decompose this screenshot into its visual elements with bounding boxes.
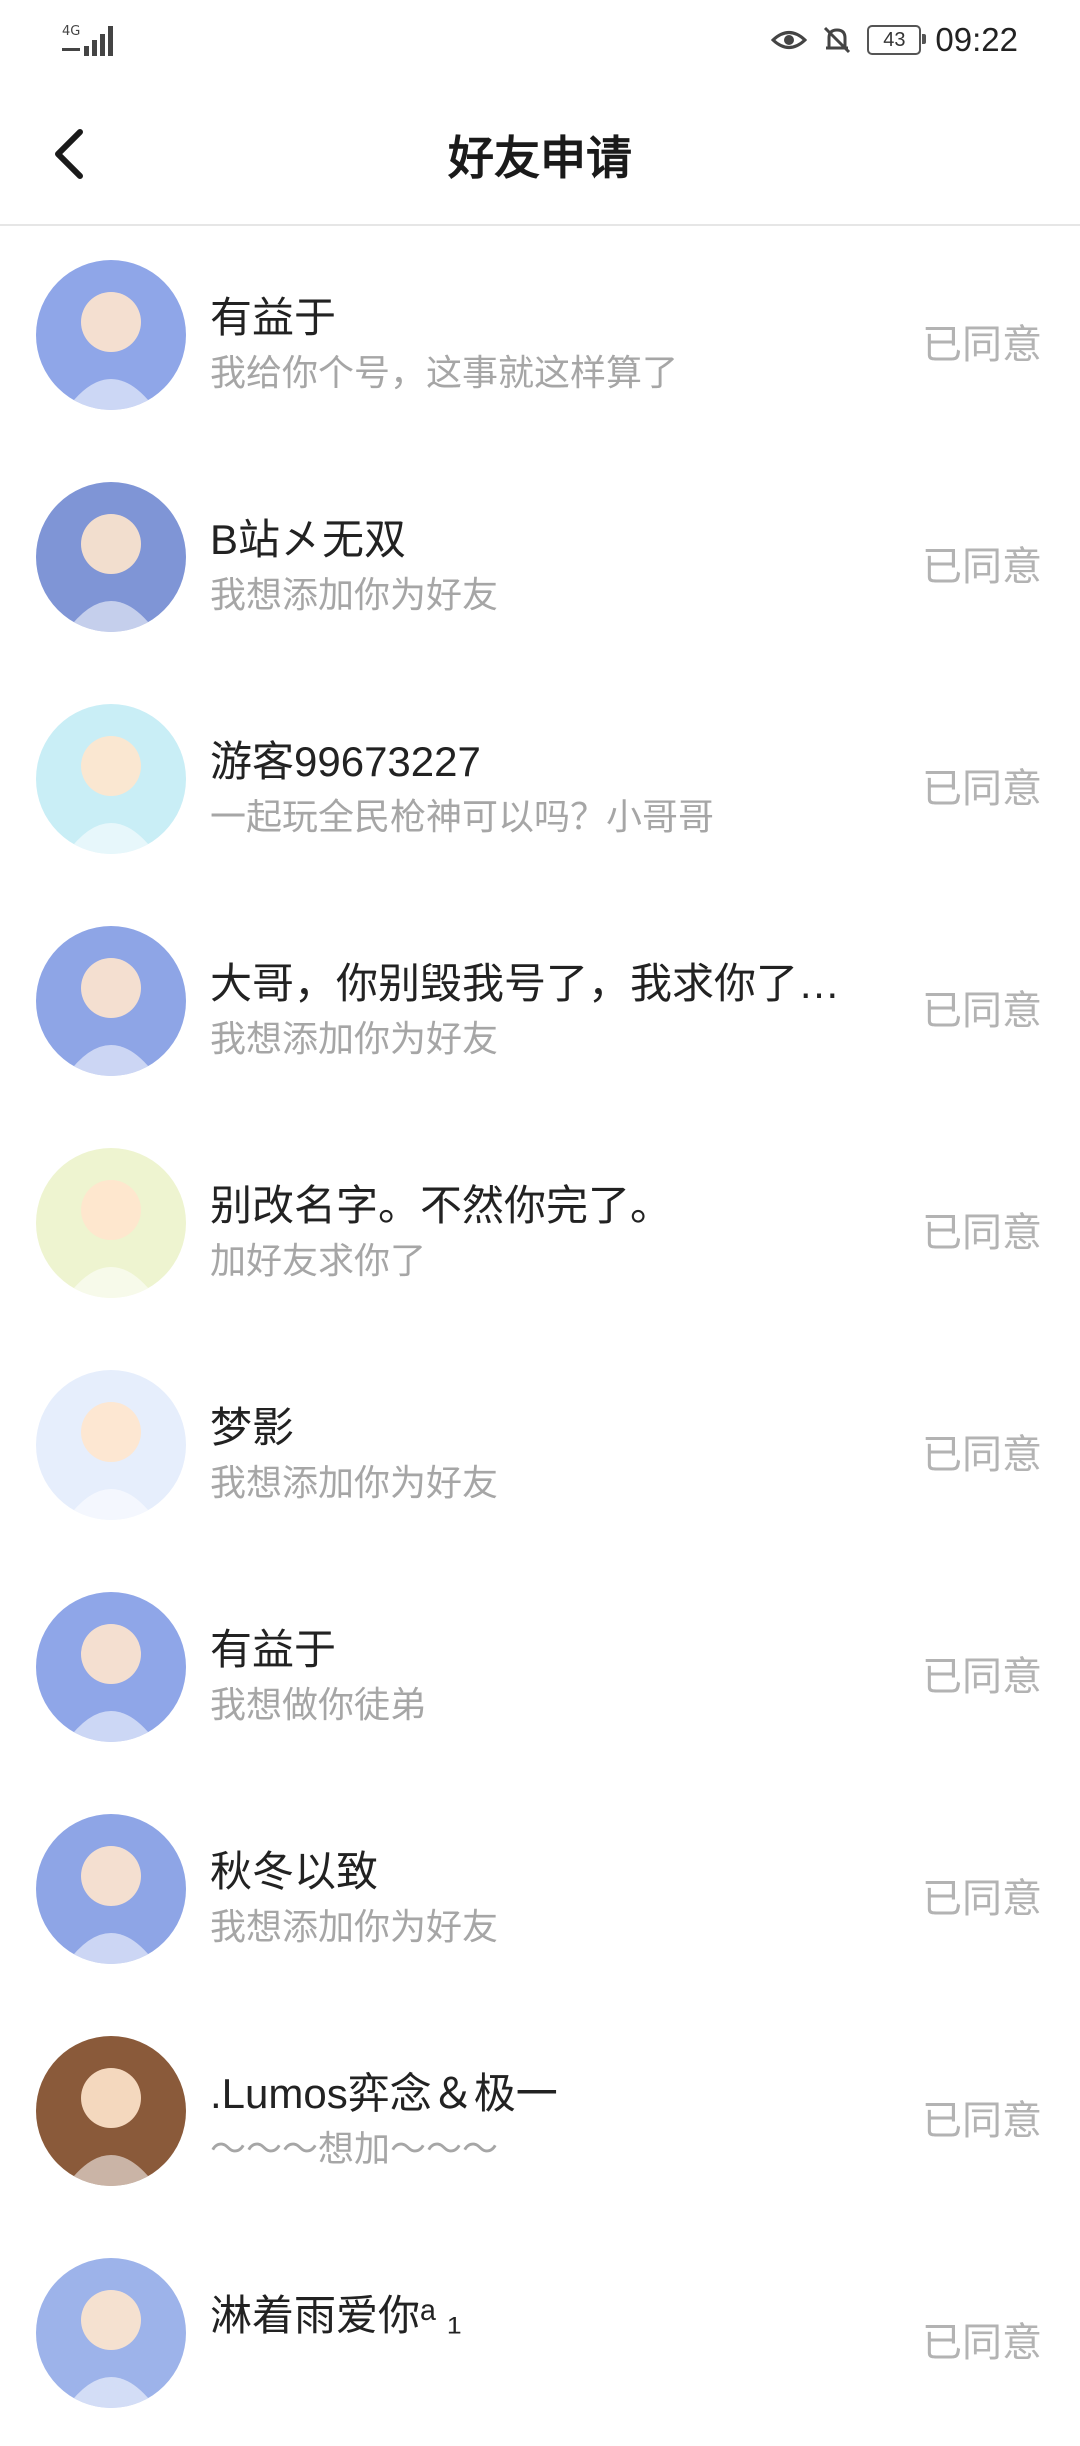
request-name: 有益于 <box>210 294 337 341</box>
avatar[interactable] <box>36 1814 186 1964</box>
signal-icon: 4G <box>62 24 113 56</box>
friend-request-item[interactable]: 别改名字。不然你完了。加好友求你了 已同意 <box>0 1114 1080 1336</box>
request-name: 秋冬以致 <box>210 1848 379 1895</box>
request-message: 加好友求你了 <box>210 1240 427 1281</box>
avatar[interactable] <box>36 704 186 854</box>
status-label: 已同意 <box>922 1655 1042 1699</box>
status-label: 已同意 <box>922 1433 1042 1477</box>
request-message: 我给你个号，这事就这样算了 <box>210 352 679 393</box>
status-label: 已同意 <box>922 989 1042 1033</box>
request-name: 有益于 <box>210 1626 337 1673</box>
status-label: 已同意 <box>922 545 1042 589</box>
friend-request-item[interactable]: B站㐅无双我想添加你为好友 已同意 <box>0 448 1080 670</box>
avatar[interactable] <box>36 1370 186 1520</box>
white-hair-avatar-icon <box>66 2290 156 2408</box>
friend-request-item[interactable]: 梦影我想添加你为好友 已同意 <box>0 1336 1080 1558</box>
request-message: 我想做你徒弟 <box>210 1684 427 1725</box>
status-label: 已同意 <box>922 323 1042 367</box>
status-label: 已同意 <box>922 1211 1042 1255</box>
friend-request-item[interactable]: .Lumos弈念＆极一 ～～～想加～～～ 已同意 <box>0 2002 1080 2224</box>
request-message: ～～～想加～～～ <box>210 2128 499 2169</box>
photo-girl-avatar-icon <box>66 2068 156 2186</box>
default-user-avatar-icon <box>66 736 156 854</box>
bell-off-icon <box>824 26 851 54</box>
request-name: .Lumos弈念＆极一 <box>210 2070 558 2117</box>
request-message: 我想添加你为好友 <box>210 1906 499 1947</box>
status-bar: 4G 43 09:22 <box>0 0 1080 80</box>
header: 好友申请 <box>0 80 1080 226</box>
avatar[interactable] <box>36 1592 186 1742</box>
friend-request-item[interactable]: 大哥，你别毁我号了，我求你了… 我想添加你为好友 已同意 <box>0 892 1080 1114</box>
friend-request-list: 有益于 我给你个号，这事就这样算了 已同意 B站㐅无双 我想添加你为好友 已同意 游客996… <box>0 226 1080 2446</box>
status-time: 09:22 <box>935 21 1018 58</box>
avatar[interactable] <box>36 926 186 1076</box>
avatar[interactable] <box>36 2036 186 2186</box>
request-name: 梦影 <box>210 1404 295 1451</box>
purple-hair-avatar-icon <box>66 1624 156 1742</box>
status-label: 已同意 <box>922 767 1042 811</box>
request-name: 别改名字。不然你完了。 <box>210 1182 673 1229</box>
request-name: 淋着雨爱你ᵃ ₁ <box>210 2292 462 2339</box>
avatar[interactable] <box>36 260 186 410</box>
friend-request-item[interactable]: 有益于我想做你徒弟 已同意 <box>0 1558 1080 1780</box>
status-label: 已同意 <box>922 2321 1042 2365</box>
avatar[interactable] <box>36 1148 186 1298</box>
brown-hair-boy-avatar-icon <box>66 1846 156 1964</box>
friend-request-item[interactable]: 有益于我给你个号，这事就这样算了 已同意 <box>0 226 1080 448</box>
battery-icon: 43 <box>867 25 927 55</box>
friend-request-item[interactable]: 秋冬以致我想添加你为好友 已同意 <box>0 1780 1080 2002</box>
request-name: 大哥，你别毁我号了，我求你了… <box>210 960 841 1007</box>
request-name: 游客99673227 <box>210 738 481 785</box>
request-message: 我想添加你为好友 <box>210 574 499 615</box>
request-name: B站㐅无双 <box>210 516 407 563</box>
anime-girl-avatar-icon <box>66 1180 156 1298</box>
svg-text:4G: 4G <box>62 24 80 39</box>
friend-request-item[interactable]: 游客99673227 一起玩全民枪神可以吗？小哥哥 已同意 <box>0 670 1080 892</box>
status-label: 已同意 <box>922 1877 1042 1921</box>
request-message: 一起玩全民枪神可以吗？小哥哥 <box>210 796 715 837</box>
purple-hair-avatar-icon <box>66 292 156 410</box>
request-message: 我想添加你为好友 <box>210 1018 499 1059</box>
request-message: 我想添加你为好友 <box>210 1462 499 1503</box>
robot-girl-avatar-icon <box>66 1402 156 1520</box>
dark-hair-girl-avatar-icon <box>66 514 156 632</box>
status-label: 已同意 <box>922 2099 1042 2143</box>
friend-request-item[interactable]: 淋着雨爱你ᵃ ₁ 已同意 <box>0 2224 1080 2446</box>
brown-hair-boy-avatar-icon <box>66 958 156 1076</box>
avatar[interactable] <box>36 482 186 632</box>
avatar[interactable] <box>36 2258 186 2408</box>
page-title: 好友申请 <box>448 132 632 184</box>
eye-icon <box>771 31 808 49</box>
